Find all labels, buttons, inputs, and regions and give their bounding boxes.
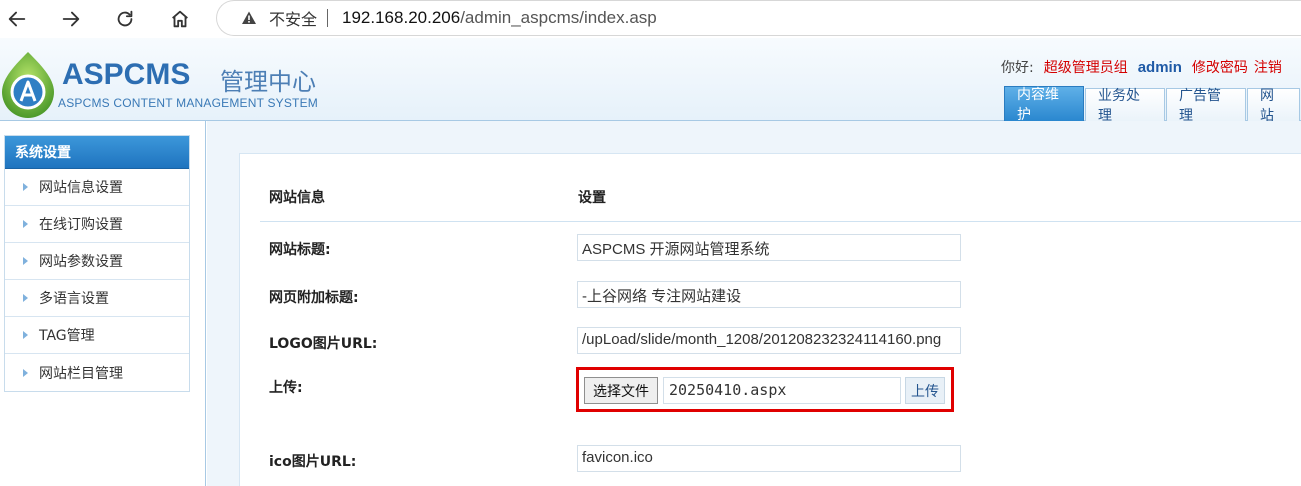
back-button[interactable] xyxy=(2,4,32,34)
user-bar: 你好: 超级管理员组 admin 修改密码 注销 xyxy=(1001,57,1282,77)
logo-name: ASPCMS xyxy=(62,58,191,91)
sidebar-title[interactable]: 系统设置 xyxy=(5,136,189,169)
sidebar-item-tags[interactable]: TAG管理 xyxy=(5,317,189,354)
address-separator xyxy=(327,9,329,27)
triangle-right-icon xyxy=(23,368,28,377)
url-text: 192.168.20.206/admin_aspcms/index.asp xyxy=(342,8,657,28)
column-header-settings: 设置 xyxy=(578,190,606,206)
logo-subtitle: ASPCMS CONTENT MANAGEMENT SYSTEM xyxy=(58,96,318,110)
top-tabs: 内容维护 业务处理 广告管理 网站 xyxy=(1004,86,1301,124)
sidebar-item-site-params[interactable]: 网站参数设置 xyxy=(5,243,189,280)
extra-title-input[interactable]: -上谷网络 专注网站建设 xyxy=(577,281,961,308)
triangle-right-icon xyxy=(23,220,28,228)
logo-url-label: LOGO图片URL: xyxy=(269,336,378,352)
form-header-row xyxy=(260,176,1301,222)
forward-button[interactable] xyxy=(56,4,86,34)
role-link[interactable]: 超级管理员组 xyxy=(1044,60,1128,76)
change-password-link[interactable]: 修改密码 xyxy=(1192,60,1248,76)
sidebar-item-label: 多语言设置 xyxy=(39,291,109,307)
sidebar-item-columns[interactable]: 网站栏目管理 xyxy=(5,354,189,391)
sidebar-item-languages[interactable]: 多语言设置 xyxy=(5,280,189,317)
home-icon xyxy=(172,10,188,28)
tab-ads[interactable]: 广告管理 xyxy=(1166,88,1246,124)
address-bar[interactable]: 不安全 192.168.20.206/admin_aspcms/index.as… xyxy=(216,0,1301,36)
ico-url-label: ico图片URL: xyxy=(269,454,357,470)
sidebar-item-label: 在线订购设置 xyxy=(39,217,123,233)
aspcms-logo-icon xyxy=(2,52,54,118)
site-title-label: 网站标题: xyxy=(269,242,331,258)
insecure-label: 不安全 xyxy=(269,10,318,29)
ico-url-input[interactable]: favicon.ico xyxy=(577,445,961,472)
home-button[interactable] xyxy=(165,4,195,34)
sidebar-item-site-info[interactable]: 网站信息设置 xyxy=(5,169,189,206)
logout-link[interactable]: 注销 xyxy=(1254,60,1282,76)
choose-file-button[interactable]: 选择文件 xyxy=(584,377,658,404)
admin-header: ASPCMS 管理中心 ASPCMS CONTENT MANAGEMENT SY… xyxy=(0,38,1301,124)
warning-icon xyxy=(242,11,256,24)
logo-cn-title: 管理中心 xyxy=(220,68,316,96)
sidebar: 系统设置 网站信息设置 在线订购设置 网站参数设置 多语言设置 TAG管理 网站… xyxy=(0,121,206,486)
tab-website[interactable]: 网站 xyxy=(1247,88,1300,124)
browser-toolbar: 不安全 192.168.20.206/admin_aspcms/index.as… xyxy=(0,0,1301,38)
sidebar-item-label: 网站栏目管理 xyxy=(39,365,123,382)
settings-form: 网站信息 设置 网站标题: ASPCMS 开源网站管理系统 网页附加标题: -上… xyxy=(239,153,1301,486)
sidebar-item-label: TAG管理 xyxy=(39,328,95,344)
triangle-right-icon xyxy=(23,331,28,339)
arrow-right-icon xyxy=(62,11,80,27)
column-header-info: 网站信息 xyxy=(269,190,325,206)
tab-content[interactable]: 内容维护 xyxy=(1004,86,1084,123)
username: admin xyxy=(1137,59,1182,76)
reload-icon xyxy=(117,10,133,27)
tab-business[interactable]: 业务处理 xyxy=(1085,88,1165,124)
sidebar-item-label: 网站参数设置 xyxy=(39,254,123,270)
site-title-input[interactable]: ASPCMS 开源网站管理系统 xyxy=(577,234,961,261)
reload-button[interactable] xyxy=(110,4,140,34)
triangle-right-icon xyxy=(23,294,28,302)
url-host: 192.168.20.206 xyxy=(342,8,461,27)
file-name-input[interactable]: 20250410.aspx xyxy=(663,377,901,404)
url-path: /admin_aspcms/index.asp xyxy=(460,8,657,27)
extra-title-label: 网页附加标题: xyxy=(269,290,359,306)
upload-label: 上传: xyxy=(269,380,303,396)
sidebar-item-online-order[interactable]: 在线订购设置 xyxy=(5,206,189,243)
sidebar-panel: 系统设置 网站信息设置 在线订购设置 网站参数设置 多语言设置 TAG管理 网站… xyxy=(4,135,190,392)
upload-highlight: 选择文件 20250410.aspx 上传 xyxy=(576,367,954,412)
sidebar-item-label: 网站信息设置 xyxy=(39,180,123,196)
main-area: 网站信息 设置 网站标题: ASPCMS 开源网站管理系统 网页附加标题: -上… xyxy=(207,121,1301,486)
greeting: 你好: xyxy=(1001,60,1034,76)
upload-button[interactable]: 上传 xyxy=(905,377,945,404)
arrow-left-icon xyxy=(8,11,26,27)
triangle-right-icon xyxy=(23,183,28,191)
triangle-right-icon xyxy=(23,257,28,265)
logo-url-input[interactable]: /upLoad/slide/month_1208/201208232324114… xyxy=(577,327,961,354)
